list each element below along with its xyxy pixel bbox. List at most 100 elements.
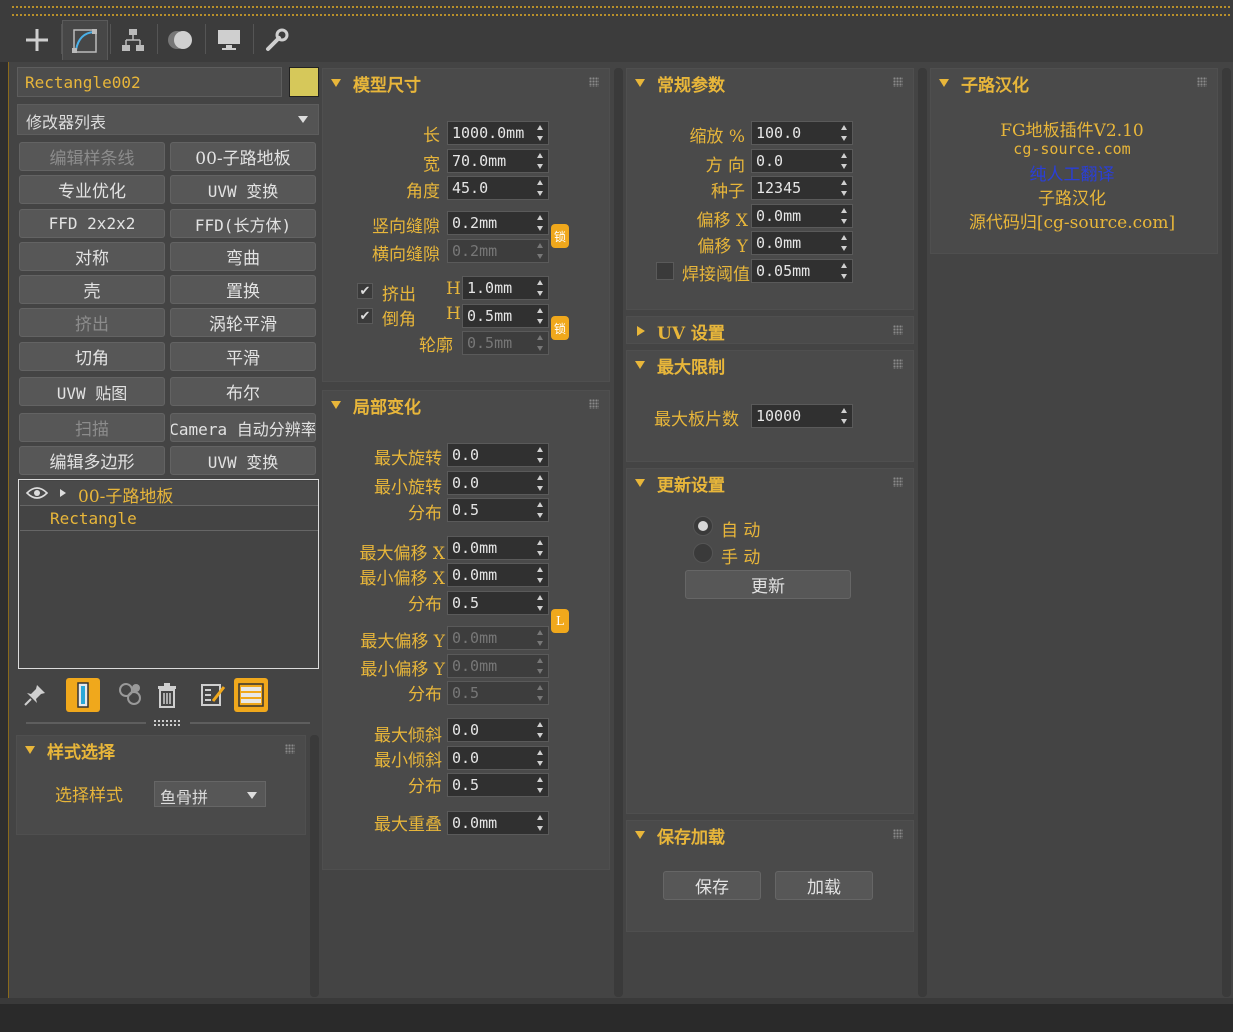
- rollout-grip-icon[interactable]: [893, 77, 903, 87]
- pin-stack-button[interactable]: [18, 678, 52, 712]
- distribution-spinner[interactable]: 0.5: [447, 681, 549, 705]
- modifier-button[interactable]: UVW 变换: [170, 175, 316, 204]
- modifier-button[interactable]: Camera 自动分辨率: [170, 413, 316, 442]
- make-unique-button[interactable]: [114, 678, 148, 712]
- modifier-stack[interactable]: 00-子路地板 Rectangle: [18, 479, 319, 669]
- spinner-arrows-icon[interactable]: [841, 208, 848, 224]
- rollout-grip-icon[interactable]: [893, 359, 903, 369]
- update-button[interactable]: 更新: [685, 570, 851, 599]
- modifier-button[interactable]: UVW 贴图: [19, 377, 165, 406]
- spinner-arrows-icon[interactable]: [841, 180, 848, 196]
- spinner-arrows-icon[interactable]: [537, 125, 544, 141]
- create-tab[interactable]: [14, 20, 60, 60]
- motion-tab[interactable]: [158, 20, 204, 60]
- modifier-button[interactable]: 00-子路地板: [170, 142, 316, 171]
- modifier-sets-button[interactable]: [234, 678, 268, 712]
- spinner-arrows-icon[interactable]: [537, 630, 544, 646]
- spinner-arrows-icon[interactable]: [537, 722, 544, 738]
- modifier-button[interactable]: 挤出: [19, 308, 165, 337]
- extrude-checkbox[interactable]: ✔: [357, 283, 373, 299]
- modifier-button[interactable]: 切角: [19, 342, 165, 371]
- offset-y-spinner[interactable]: 0.0mm: [751, 231, 853, 255]
- rollout-header[interactable]: UV 设置: [627, 317, 725, 345]
- spinner-arrows-icon[interactable]: [537, 540, 544, 556]
- extrude-spinner[interactable]: 1.0mm: [462, 276, 549, 300]
- rollout-grip-icon[interactable]: [893, 325, 903, 335]
- spinner-arrows-icon[interactable]: [841, 125, 848, 141]
- max-rotation-spinner[interactable]: 0.0: [447, 443, 549, 467]
- rollout-header[interactable]: 最大限制: [627, 351, 725, 379]
- weld-checkbox[interactable]: [656, 262, 674, 280]
- spinner-arrows-icon[interactable]: [537, 243, 544, 259]
- remove-modifier-button[interactable]: [150, 678, 184, 712]
- rollout-grip-icon[interactable]: [589, 399, 599, 409]
- rollout-grip-icon[interactable]: [1197, 77, 1207, 87]
- length-spinner[interactable]: 1000.0mm: [447, 121, 549, 145]
- spinner-arrows-icon[interactable]: [537, 215, 544, 231]
- max-tilt-spinner[interactable]: 0.0: [447, 718, 549, 742]
- spinner-arrows-icon[interactable]: [841, 408, 848, 424]
- distribution-spinner[interactable]: 0.5: [447, 498, 549, 522]
- manual-radio[interactable]: [693, 543, 713, 563]
- spinner-arrows-icon[interactable]: [537, 815, 544, 831]
- rollout-header[interactable]: 保存加载: [627, 821, 725, 849]
- rollout-grip-icon[interactable]: [893, 477, 903, 487]
- spinner-arrows-icon[interactable]: [537, 595, 544, 611]
- modifier-button[interactable]: 扫描: [19, 413, 165, 442]
- seed-spinner[interactable]: 12345: [751, 176, 853, 200]
- outline-spinner[interactable]: 0.5mm: [462, 331, 549, 355]
- spinner-arrows-icon[interactable]: [537, 777, 544, 793]
- scale-spinner[interactable]: 100.0: [751, 121, 853, 145]
- spinner-arrows-icon[interactable]: [537, 685, 544, 701]
- max-panels-spinner[interactable]: 10000: [751, 404, 853, 428]
- auto-radio[interactable]: [693, 516, 713, 536]
- spinner-arrows-icon[interactable]: [841, 153, 848, 169]
- modifier-button[interactable]: 编辑多边形: [19, 446, 165, 475]
- modifier-button[interactable]: FFD 2x2x2: [19, 209, 165, 238]
- scrollbar[interactable]: [614, 68, 623, 997]
- modifier-button[interactable]: 对称: [19, 242, 165, 271]
- load-button[interactable]: 加载: [775, 871, 873, 900]
- stack-item[interactable]: 00-子路地板: [20, 481, 318, 507]
- style-dropdown[interactable]: 鱼骨拼: [154, 781, 266, 807]
- rollout-grip-icon[interactable]: [589, 77, 599, 87]
- chamfer-checkbox[interactable]: ✔: [357, 308, 373, 324]
- spinner-arrows-icon[interactable]: [537, 447, 544, 463]
- object-color-swatch[interactable]: [289, 67, 319, 97]
- spinner-arrows-icon[interactable]: [841, 263, 848, 279]
- modifier-button[interactable]: 涡轮平滑: [170, 308, 316, 337]
- spinner-arrows-icon[interactable]: [841, 235, 848, 251]
- spinner-arrows-icon[interactable]: [537, 153, 544, 169]
- max-offset-x-spinner[interactable]: 0.0mm: [447, 536, 549, 560]
- modifier-button[interactable]: 平滑: [170, 342, 316, 371]
- resize-grip[interactable]: [154, 720, 180, 726]
- expand-arrow-icon[interactable]: [60, 489, 66, 497]
- scrollbar[interactable]: [1222, 68, 1231, 997]
- modifier-button[interactable]: 壳: [19, 275, 165, 304]
- offset-x-spinner[interactable]: 0.0mm: [751, 204, 853, 228]
- width-spinner[interactable]: 70.0mm: [447, 149, 549, 173]
- spinner-arrows-icon[interactable]: [537, 180, 544, 196]
- min-tilt-spinner[interactable]: 0.0: [447, 746, 549, 770]
- modifier-button[interactable]: 弯曲: [170, 242, 316, 271]
- display-tab[interactable]: [206, 20, 252, 60]
- object-name-input[interactable]: Rectangle002: [17, 67, 282, 97]
- max-offset-y-spinner[interactable]: 0.0mm: [447, 626, 549, 650]
- modifier-button[interactable]: 布尔: [170, 377, 316, 406]
- weld-spinner[interactable]: 0.05mm: [751, 259, 853, 283]
- spinner-arrows-icon[interactable]: [537, 502, 544, 518]
- rollout-grip-icon[interactable]: [893, 829, 903, 839]
- chamfer-lock-button[interactable]: 锁: [551, 316, 569, 340]
- rollout-header[interactable]: 子路汉化: [931, 69, 1029, 97]
- distribution-spinner[interactable]: 0.5: [447, 773, 549, 797]
- rollout-header[interactable]: 更新设置: [627, 469, 725, 497]
- modify-tab[interactable]: [62, 20, 108, 60]
- rollout-header[interactable]: 局部变化: [323, 391, 421, 419]
- spinner-arrows-icon[interactable]: [537, 280, 544, 296]
- min-offset-x-spinner[interactable]: 0.0mm: [447, 563, 549, 587]
- spinner-arrows-icon[interactable]: [537, 308, 544, 324]
- min-offset-y-spinner[interactable]: 0.0mm: [447, 654, 549, 678]
- modifier-button[interactable]: FFD(长方体): [170, 209, 316, 238]
- show-end-result-button[interactable]: [66, 678, 100, 712]
- scrollbar[interactable]: [310, 735, 319, 997]
